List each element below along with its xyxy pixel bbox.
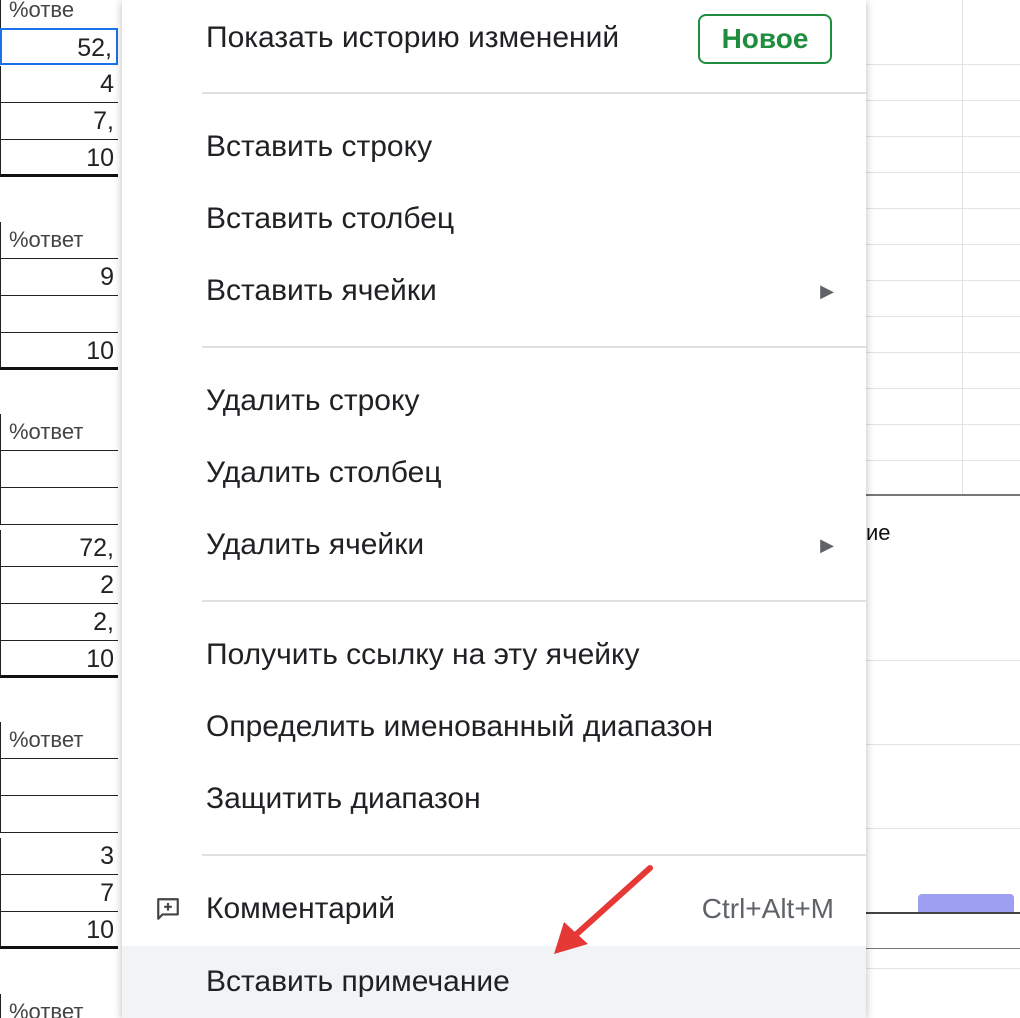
table-cell[interactable] xyxy=(0,451,118,488)
grid-line xyxy=(866,136,1020,137)
menu-item-label: Вставить строку xyxy=(206,130,433,163)
menu-item-label: Получить ссылку на эту ячейку xyxy=(206,638,640,671)
menu-item-protect-range[interactable]: Защитить диапазон xyxy=(122,763,866,835)
table-cell[interactable]: %отве xyxy=(0,0,118,29)
table-cell[interactable]: %ответ xyxy=(0,994,118,1018)
chart-border xyxy=(866,948,1020,949)
chart-bar xyxy=(918,894,1014,912)
annotation-arrow-icon xyxy=(554,865,653,954)
table-cell[interactable] xyxy=(0,796,118,833)
table-cell[interactable]: 4 xyxy=(0,66,118,103)
menu-item-label: Определить именованный диапазон xyxy=(206,710,714,743)
new-badge: Новое xyxy=(698,14,832,64)
grid-line xyxy=(962,0,963,494)
grid-line xyxy=(866,968,1020,969)
table-cell[interactable]: %ответ xyxy=(0,414,118,451)
menu-divider xyxy=(202,854,866,856)
menu-item-define-named-range[interactable]: Определить именованный диапазон xyxy=(122,691,866,763)
grid-line xyxy=(866,460,1020,461)
grid-line xyxy=(866,316,1020,317)
menu-item-insert-column[interactable]: Вставить столбец xyxy=(122,183,866,255)
sheet-left-fragment: %отве 52, 4 7, 10 %ответ 9 10 %ответ 72,… xyxy=(0,0,122,1018)
table-cell[interactable]: 10 xyxy=(0,333,118,370)
grid-line xyxy=(866,424,1020,425)
add-comment-icon xyxy=(150,891,186,927)
table-cell[interactable]: 7, xyxy=(0,103,118,140)
table-cell[interactable]: 9 xyxy=(0,259,118,296)
grid-line xyxy=(866,208,1020,209)
menu-item-insert-row[interactable]: Вставить строку xyxy=(122,111,866,183)
menu-item-delete-cells[interactable]: Удалить ячейки ▶ xyxy=(122,509,866,581)
grid-line xyxy=(866,64,1020,65)
table-cell[interactable]: 10 xyxy=(0,912,118,949)
menu-item-label: Показать историю изменений xyxy=(206,21,620,54)
submenu-arrow-icon: ▶ xyxy=(820,280,834,301)
sheet-right-fragment: ие xyxy=(866,0,1020,1018)
table-cell[interactable]: 10 xyxy=(0,140,118,177)
menu-item-insert-cells[interactable]: Вставить ячейки ▶ xyxy=(122,255,866,327)
grid-line xyxy=(866,280,1020,281)
table-cell[interactable]: 72, xyxy=(0,530,118,567)
table-cell[interactable] xyxy=(0,488,118,525)
menu-item-comment[interactable]: Комментарий Ctrl+Alt+M xyxy=(122,873,866,945)
chart-grid-line xyxy=(866,828,1020,829)
chart-grid-line xyxy=(866,744,1020,745)
menu-item-label: Защитить диапазон xyxy=(206,782,481,815)
table-cell[interactable]: 2, xyxy=(0,604,118,641)
table-cell[interactable]: %ответ xyxy=(0,722,118,759)
table-cell[interactable]: 3 xyxy=(0,838,118,875)
table-cell[interactable]: 7 xyxy=(0,875,118,912)
menu-item-label: Удалить строку xyxy=(206,384,420,417)
menu-item-label: Удалить ячейки xyxy=(206,528,425,561)
grid-line xyxy=(866,100,1020,101)
menu-item-label: Комментарий xyxy=(206,892,395,925)
keyboard-shortcut: Ctrl+Alt+M xyxy=(701,893,834,924)
grid-line xyxy=(866,352,1020,353)
chart-title-fragment: ие xyxy=(866,520,891,545)
table-cell[interactable] xyxy=(0,759,118,796)
menu-divider xyxy=(202,600,866,602)
table-cell[interactable]: 2 xyxy=(0,567,118,604)
table-cell[interactable] xyxy=(0,296,118,333)
grid-line xyxy=(866,244,1020,245)
chart-axis xyxy=(866,912,1020,914)
table-cell[interactable]: %ответ xyxy=(0,222,118,259)
menu-divider xyxy=(202,92,866,94)
table-cell-selected[interactable]: 52, xyxy=(0,28,118,65)
menu-divider xyxy=(202,346,866,348)
context-menu: Показать историю изменений Новое Вставит… xyxy=(122,0,866,1018)
menu-item-get-link[interactable]: Получить ссылку на эту ячейку xyxy=(122,619,866,691)
menu-item-insert-note[interactable]: Вставить примечание xyxy=(122,946,866,1018)
grid-line xyxy=(866,172,1020,173)
grid-line xyxy=(866,388,1020,389)
chart-grid-line xyxy=(866,660,1020,661)
menu-item-label: Вставить примечание xyxy=(206,965,510,998)
menu-item-delete-row[interactable]: Удалить строку xyxy=(122,365,866,437)
submenu-arrow-icon: ▶ xyxy=(820,534,834,555)
table-cell[interactable]: 10 xyxy=(0,641,118,678)
menu-item-show-history[interactable]: Показать историю изменений Новое xyxy=(122,2,866,74)
menu-item-label: Вставить столбец xyxy=(206,202,455,235)
menu-item-label: Удалить столбец xyxy=(206,456,442,489)
menu-item-label: Вставить ячейки xyxy=(206,274,437,307)
chart-border xyxy=(866,494,1020,496)
menu-item-delete-column[interactable]: Удалить столбец xyxy=(122,437,866,509)
